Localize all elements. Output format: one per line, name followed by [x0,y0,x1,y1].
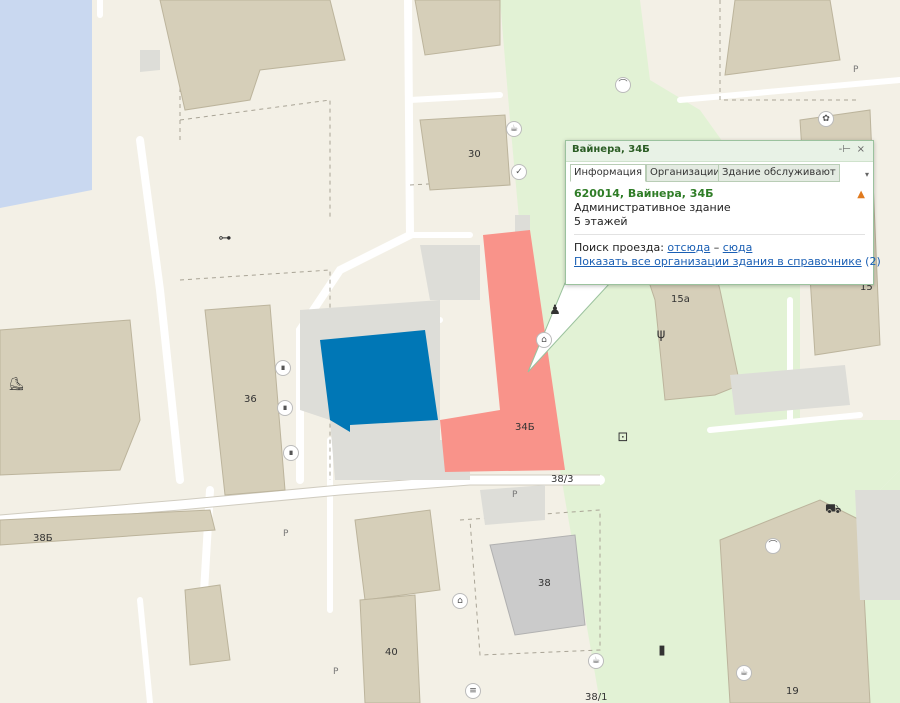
restaurant-icon[interactable]: ψ [654,328,668,342]
warning-icon[interactable]: ▲ [857,189,865,200]
route-label: Поиск проезда: [574,241,664,254]
pin-icon[interactable]: -⊢ [839,144,851,155]
cafe-icon[interactable]: ☕ [588,653,604,669]
building-label-34b: 34Б [515,422,535,433]
shop-icon[interactable]: ∎ [277,400,293,416]
building-label-36: 36 [244,394,257,405]
person-icon[interactable]: ♟ [548,304,562,318]
organizations-count: (2) [865,255,881,268]
sports-icon[interactable]: ✓ [511,164,527,180]
water-area [0,0,92,208]
cafe-icon[interactable]: ⌂ [452,593,468,609]
parking-label: P [283,529,289,539]
flower-icon[interactable]: ✿ [818,111,834,127]
shop-icon[interactable]: ≡ [465,683,481,699]
building-label-38-1: 38/1 [585,692,607,703]
floors-count: 5 этажей [574,215,628,228]
highlighted-building[interactable] [320,330,438,432]
gym-icon[interactable]: ⊶ [218,232,232,246]
cafe-icon[interactable]: ☕ [506,121,522,137]
parking-label: P [853,65,859,75]
route-from-link[interactable]: отсюда [667,241,710,254]
close-icon[interactable]: × [857,144,865,155]
popup-titlebar: Вайнера, 34Б -⊢ × [566,141,873,162]
bank-icon[interactable]: ⌂ [536,332,552,348]
shop-icon[interactable]: ∎ [283,445,299,461]
popup-tabs: Информация Организации Здание обслуживаю… [566,162,873,184]
city-map[interactable]: 34Б 36 30 38Б 38 38/3 40 38/1 15а 15 19 … [0,0,900,703]
building-type: Административное здание [574,201,731,214]
tab-building-services[interactable]: Здание обслуживают [718,164,840,182]
tab-organizations[interactable]: Организации [646,164,724,182]
person-icon[interactable]: ▮ [655,644,669,658]
all-orgs-row: Показать все организации здания в справо… [574,255,881,269]
cafe-icon[interactable]: ☕ [736,665,752,681]
route-to-link[interactable]: сюда [723,241,753,254]
cart-icon[interactable]: ⛟ [825,503,841,517]
building-label-30: 30 [468,149,481,160]
building-label-38: 38 [538,578,551,589]
building-label-19: 19 [786,686,799,697]
building-label-38b: 38Б [33,533,53,544]
building-label-40: 40 [385,647,398,658]
popup-content: 620014, Вайнера, 34Б ▲ Административное … [574,187,881,269]
popup-title: Вайнера, 34Б [572,144,650,155]
camera-icon[interactable]: ⊡ [616,431,630,445]
building-label-38-3: 38/3 [551,474,573,485]
hanger-icon[interactable]: ⌒ [765,538,781,554]
chevron-down-icon[interactable]: ▾ [865,170,869,179]
route-search: Поиск проезда: отсюда – сюда [574,241,865,255]
parking-label: P [512,490,518,500]
address: 620014, Вайнера, 34Б [574,187,714,200]
hanger-icon[interactable]: ⌒ [615,77,631,93]
all-organizations-link[interactable]: Показать все организации здания в справо… [574,255,862,268]
skate-icon[interactable]: ⛸ [8,378,25,392]
building-info-popup[interactable]: Вайнера, 34Б -⊢ × Информация Организации… [565,140,881,285]
building-label-15a: 15а [671,294,690,305]
divider [574,234,865,235]
route-dash: – [713,241,720,254]
tab-information[interactable]: Информация [570,164,647,182]
parking-label: P [333,667,339,677]
shop-icon[interactable]: ∎ [275,360,291,376]
